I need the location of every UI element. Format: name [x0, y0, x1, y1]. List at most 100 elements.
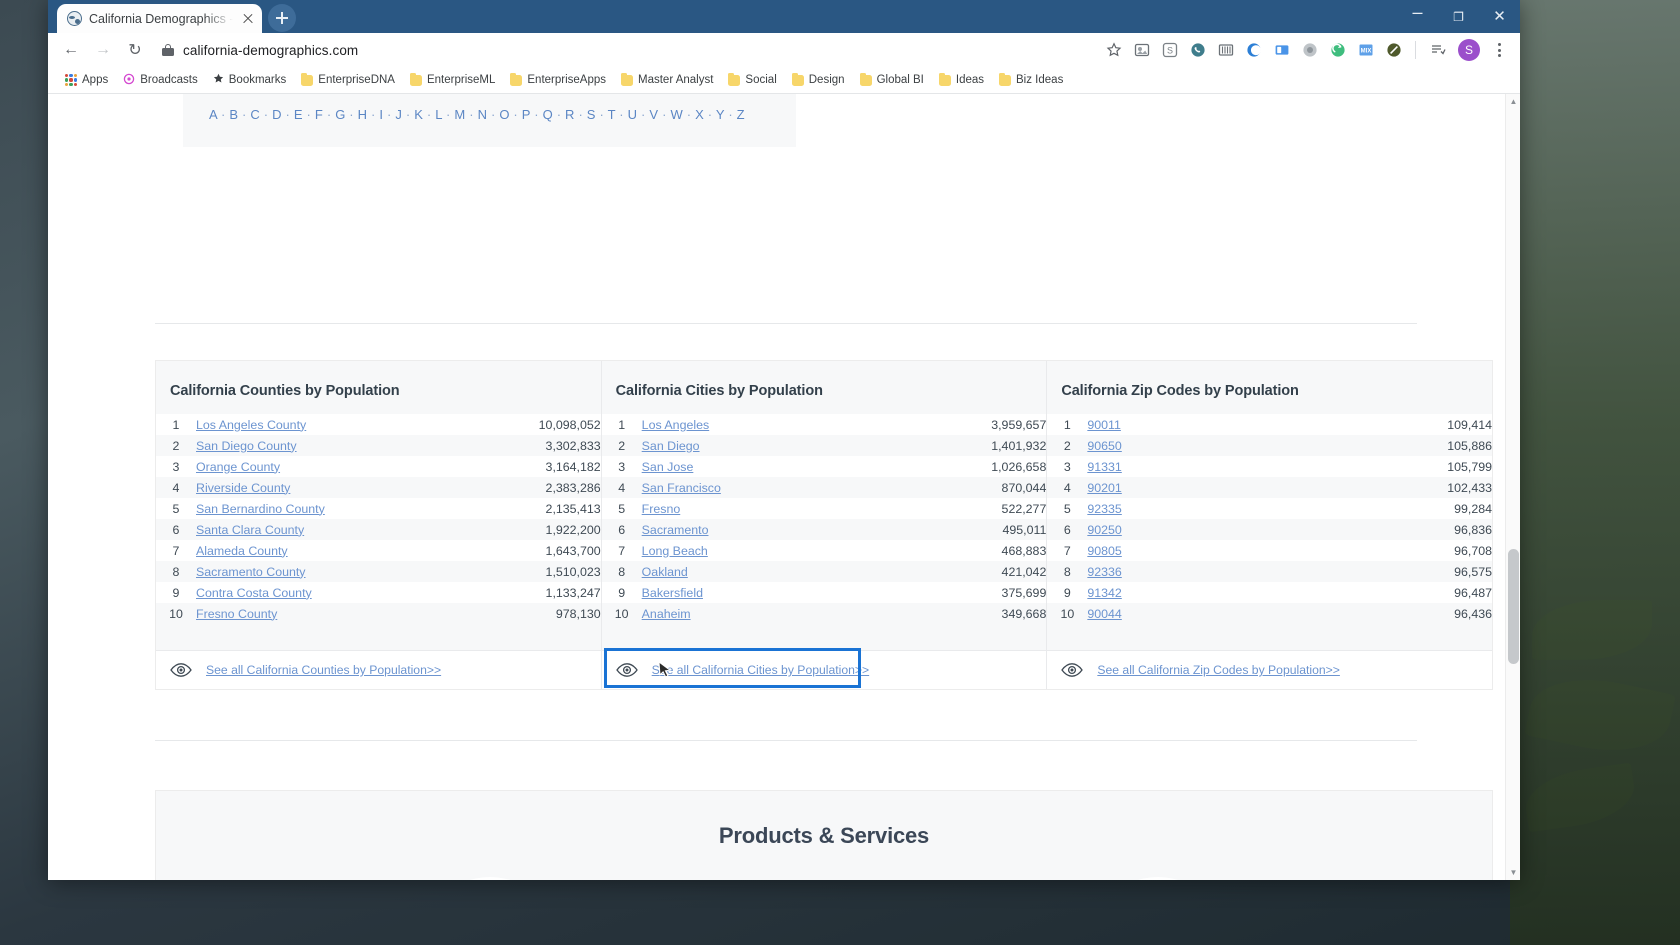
alphabet-link-U[interactable]: U [628, 107, 638, 122]
reader-extension-icon[interactable] [1269, 38, 1294, 63]
alphabet-link-Q[interactable]: Q [543, 107, 553, 122]
row-name-link[interactable]: Bakersfield [642, 586, 703, 600]
row-name-link[interactable]: Orange County [196, 460, 280, 474]
row-name-link[interactable]: Long Beach [642, 544, 708, 558]
alphabet-link-R[interactable]: R [565, 107, 575, 122]
alphabet-link-O[interactable]: O [499, 107, 509, 122]
row-name-link[interactable]: 92336 [1087, 565, 1121, 579]
row-name-link[interactable]: 90011 [1087, 418, 1121, 432]
page-scrollbar[interactable]: ▲ ▼ [1505, 94, 1520, 880]
whatsapp-icon[interactable] [1185, 38, 1210, 63]
olive-circle-extension-icon[interactable] [1381, 38, 1406, 63]
bookmark-item-broadcasts[interactable]: Broadcasts [116, 70, 205, 91]
close-tab-icon[interactable] [240, 11, 256, 27]
see-all-cell-3[interactable]: See all California Zip Codes by Populati… [1046, 651, 1492, 689]
row-name-link[interactable]: Alameda County [196, 544, 288, 558]
maximize-window-button[interactable]: ❐ [1438, 0, 1479, 33]
bookmark-item-global-bi[interactable]: Global BI [853, 71, 931, 89]
alphabet-link-F[interactable]: F [315, 107, 323, 122]
alphabet-link-X[interactable]: X [695, 107, 704, 122]
browser-tab[interactable]: California Demographics - Get C [57, 4, 262, 33]
reload-button[interactable]: ↻ [120, 35, 150, 65]
alphabet-link-M[interactable]: M [454, 107, 465, 122]
scroll-up-icon[interactable]: ▲ [1506, 94, 1520, 109]
row-name-link[interactable]: 90201 [1087, 481, 1121, 495]
alphabet-link-W[interactable]: W [670, 107, 682, 122]
see-all-cell-2[interactable]: See all California Cities by Population>… [600, 651, 1047, 689]
profile-avatar[interactable]: S [1458, 39, 1480, 61]
row-name-link[interactable]: Los Angeles [642, 418, 710, 432]
minimize-window-button[interactable]: – [1397, 0, 1438, 33]
address-bar[interactable]: california-demographics.com [158, 37, 1099, 63]
bookmark-item-apps[interactable]: Apps [58, 71, 115, 89]
forward-button[interactable]: → [88, 35, 118, 65]
row-name-link[interactable]: Riverside County [196, 481, 290, 495]
row-name-link[interactable]: 90805 [1087, 544, 1121, 558]
alphabet-link-D[interactable]: D [272, 107, 282, 122]
row-name-link[interactable]: 91331 [1087, 460, 1121, 474]
new-tab-button[interactable] [268, 4, 296, 32]
row-name-link[interactable]: Contra Costa County [196, 586, 312, 600]
back-button[interactable]: ← [56, 35, 86, 65]
scroll-down-icon[interactable]: ▼ [1506, 865, 1520, 880]
scrollbar-thumb[interactable] [1508, 549, 1519, 664]
bookmark-item-enterpriseapps[interactable]: EnterpriseApps [503, 71, 613, 89]
alphabet-link-T[interactable]: T [608, 107, 616, 122]
alphabet-link-G[interactable]: G [335, 107, 345, 122]
bookmark-item-design[interactable]: Design [785, 71, 852, 89]
row-name-link[interactable]: Fresno County [196, 607, 277, 621]
alphabet-link-S[interactable]: S [587, 107, 596, 122]
row-name-link[interactable]: 90650 [1087, 439, 1121, 453]
alphabet-link-H[interactable]: H [358, 107, 368, 122]
reading-list-icon[interactable] [1425, 38, 1450, 63]
mix-extension-icon[interactable]: MIX [1353, 38, 1378, 63]
row-name-link[interactable]: Sacramento County [196, 565, 306, 579]
row-name-link[interactable]: San Diego [642, 439, 700, 453]
bookmark-item-social[interactable]: Social [721, 71, 783, 89]
gray-circle-extension-icon[interactable] [1297, 38, 1322, 63]
alphabet-link-Y[interactable]: Y [716, 107, 725, 122]
row-name-link[interactable]: 92335 [1087, 502, 1121, 516]
bookmark-item-ideas[interactable]: Ideas [932, 71, 991, 89]
bookmark-item-enterprisedna[interactable]: EnterpriseDNA [294, 71, 402, 89]
alphabet-link-Z[interactable]: Z [737, 107, 745, 122]
alphabet-link-V[interactable]: V [649, 107, 658, 122]
row-name-link[interactable]: San Francisco [642, 481, 721, 495]
row-name-link[interactable]: 90044 [1087, 607, 1121, 621]
alphabet-link-K[interactable]: K [414, 107, 423, 122]
alphabet-link-B[interactable]: B [229, 107, 238, 122]
see-all-cell-1[interactable]: See all California Counties by Populatio… [156, 651, 601, 689]
alphabet-link-N[interactable]: N [478, 107, 488, 122]
see-all-link[interactable]: See all California Zip Codes by Populati… [1097, 663, 1340, 677]
row-name-link[interactable]: San Jose [642, 460, 694, 474]
skype-icon[interactable]: S [1157, 38, 1182, 63]
row-name-link[interactable]: Santa Clara County [196, 523, 304, 537]
row-name-link[interactable]: 90250 [1087, 523, 1121, 537]
row-name-link[interactable]: Oakland [642, 565, 688, 579]
bookmark-item-biz-ideas[interactable]: Biz Ideas [992, 71, 1070, 89]
alphabet-link-E[interactable]: E [294, 107, 303, 122]
target-circle-icon[interactable] [1089, 877, 1227, 880]
close-window-button[interactable]: ✕ [1479, 0, 1520, 33]
moon-extension-icon[interactable] [1241, 38, 1266, 63]
browser-menu-button[interactable] [1488, 43, 1510, 57]
row-name-link[interactable]: Anaheim [642, 607, 691, 621]
screenshot-icon[interactable] [1129, 38, 1154, 63]
star-bookmark-icon[interactable] [1101, 38, 1126, 63]
row-name-link[interactable]: San Diego County [196, 439, 297, 453]
alphabet-link-A[interactable]: A [209, 107, 217, 122]
alphabet-link-C[interactable]: C [250, 107, 260, 122]
see-all-link[interactable]: See all California Cities by Population>… [652, 663, 869, 677]
bookmark-item-bookmarks[interactable]: Bookmarks [206, 70, 294, 90]
grid-extension-icon[interactable] [1213, 38, 1238, 63]
bookmark-item-master-analyst[interactable]: Master Analyst [614, 71, 720, 89]
news-document-icon[interactable] [421, 877, 559, 880]
row-name-link[interactable]: San Bernardino County [196, 502, 325, 516]
green-refresh-extension-icon[interactable] [1325, 38, 1350, 63]
row-name-link[interactable]: Fresno [642, 502, 681, 516]
bookmark-item-enterpriseml[interactable]: EnterpriseML [403, 71, 502, 89]
row-name-link[interactable]: Los Angeles County [196, 418, 306, 432]
see-all-link[interactable]: See all California Counties by Populatio… [206, 663, 441, 677]
row-name-link[interactable]: 91342 [1087, 586, 1121, 600]
row-name-link[interactable]: Sacramento [642, 523, 709, 537]
